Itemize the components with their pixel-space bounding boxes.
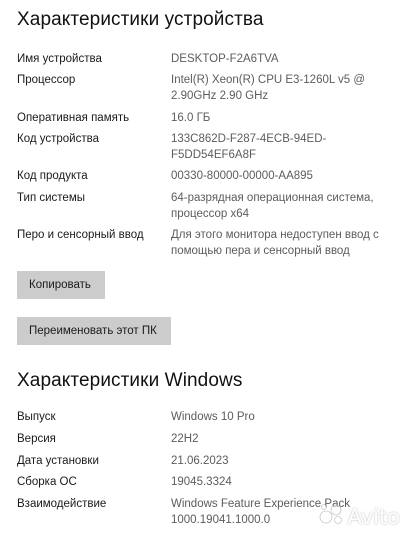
avito-watermark-text: Avito [347, 504, 400, 529]
spec-label: Дата установки [17, 455, 99, 467]
copy-button[interactable]: Копировать [17, 271, 105, 299]
avito-watermark: Avito [319, 503, 400, 530]
spec-label: Взаимодействие [17, 498, 107, 510]
spec-label: Оперативная память [17, 112, 130, 124]
spec-value: DESKTOP-F2A6TVA [171, 53, 279, 65]
spec-label: Перо и сенсорный ввод [17, 229, 144, 241]
spec-label: Сборка ОС [17, 476, 77, 488]
spec-label: Код продукта [17, 170, 88, 182]
spec-value: Intel(R) Xeon(R) CPU E3-1260L v5 @ 2.90G… [171, 74, 366, 102]
spec-value: 21.06.2023 [171, 455, 229, 467]
avito-logo-icon [319, 503, 345, 530]
spec-value: 19045.3324 [171, 476, 232, 488]
spec-value: Для этого монитора недоступен ввод с пом… [171, 229, 379, 257]
spec-label: Имя устройства [17, 53, 102, 65]
spec-label: Выпуск [17, 411, 56, 423]
spec-label: Процессор [17, 74, 76, 86]
spec-value: 16.0 ГБ [171, 112, 211, 124]
device-section-title: Характеристики устройства [17, 9, 264, 30]
spec-value: Windows 10 Pro [171, 411, 255, 423]
spec-label: Код устройства [17, 133, 99, 145]
spec-label: Тип системы [17, 192, 85, 204]
spec-value: 22H2 [171, 433, 199, 445]
spec-value: 00330-80000-00000-AA895 [171, 170, 313, 182]
spec-value: 64-разрядная операционная система, проце… [171, 192, 374, 220]
rename-pc-button[interactable]: Переименовать этот ПК [17, 317, 171, 345]
spec-value: 133C862D-F287-4ECB-94ED-F5DD54EF6A8F [171, 133, 327, 161]
spec-label: Версия [17, 433, 56, 445]
windows-section-title: Характеристики Windows [17, 370, 243, 391]
